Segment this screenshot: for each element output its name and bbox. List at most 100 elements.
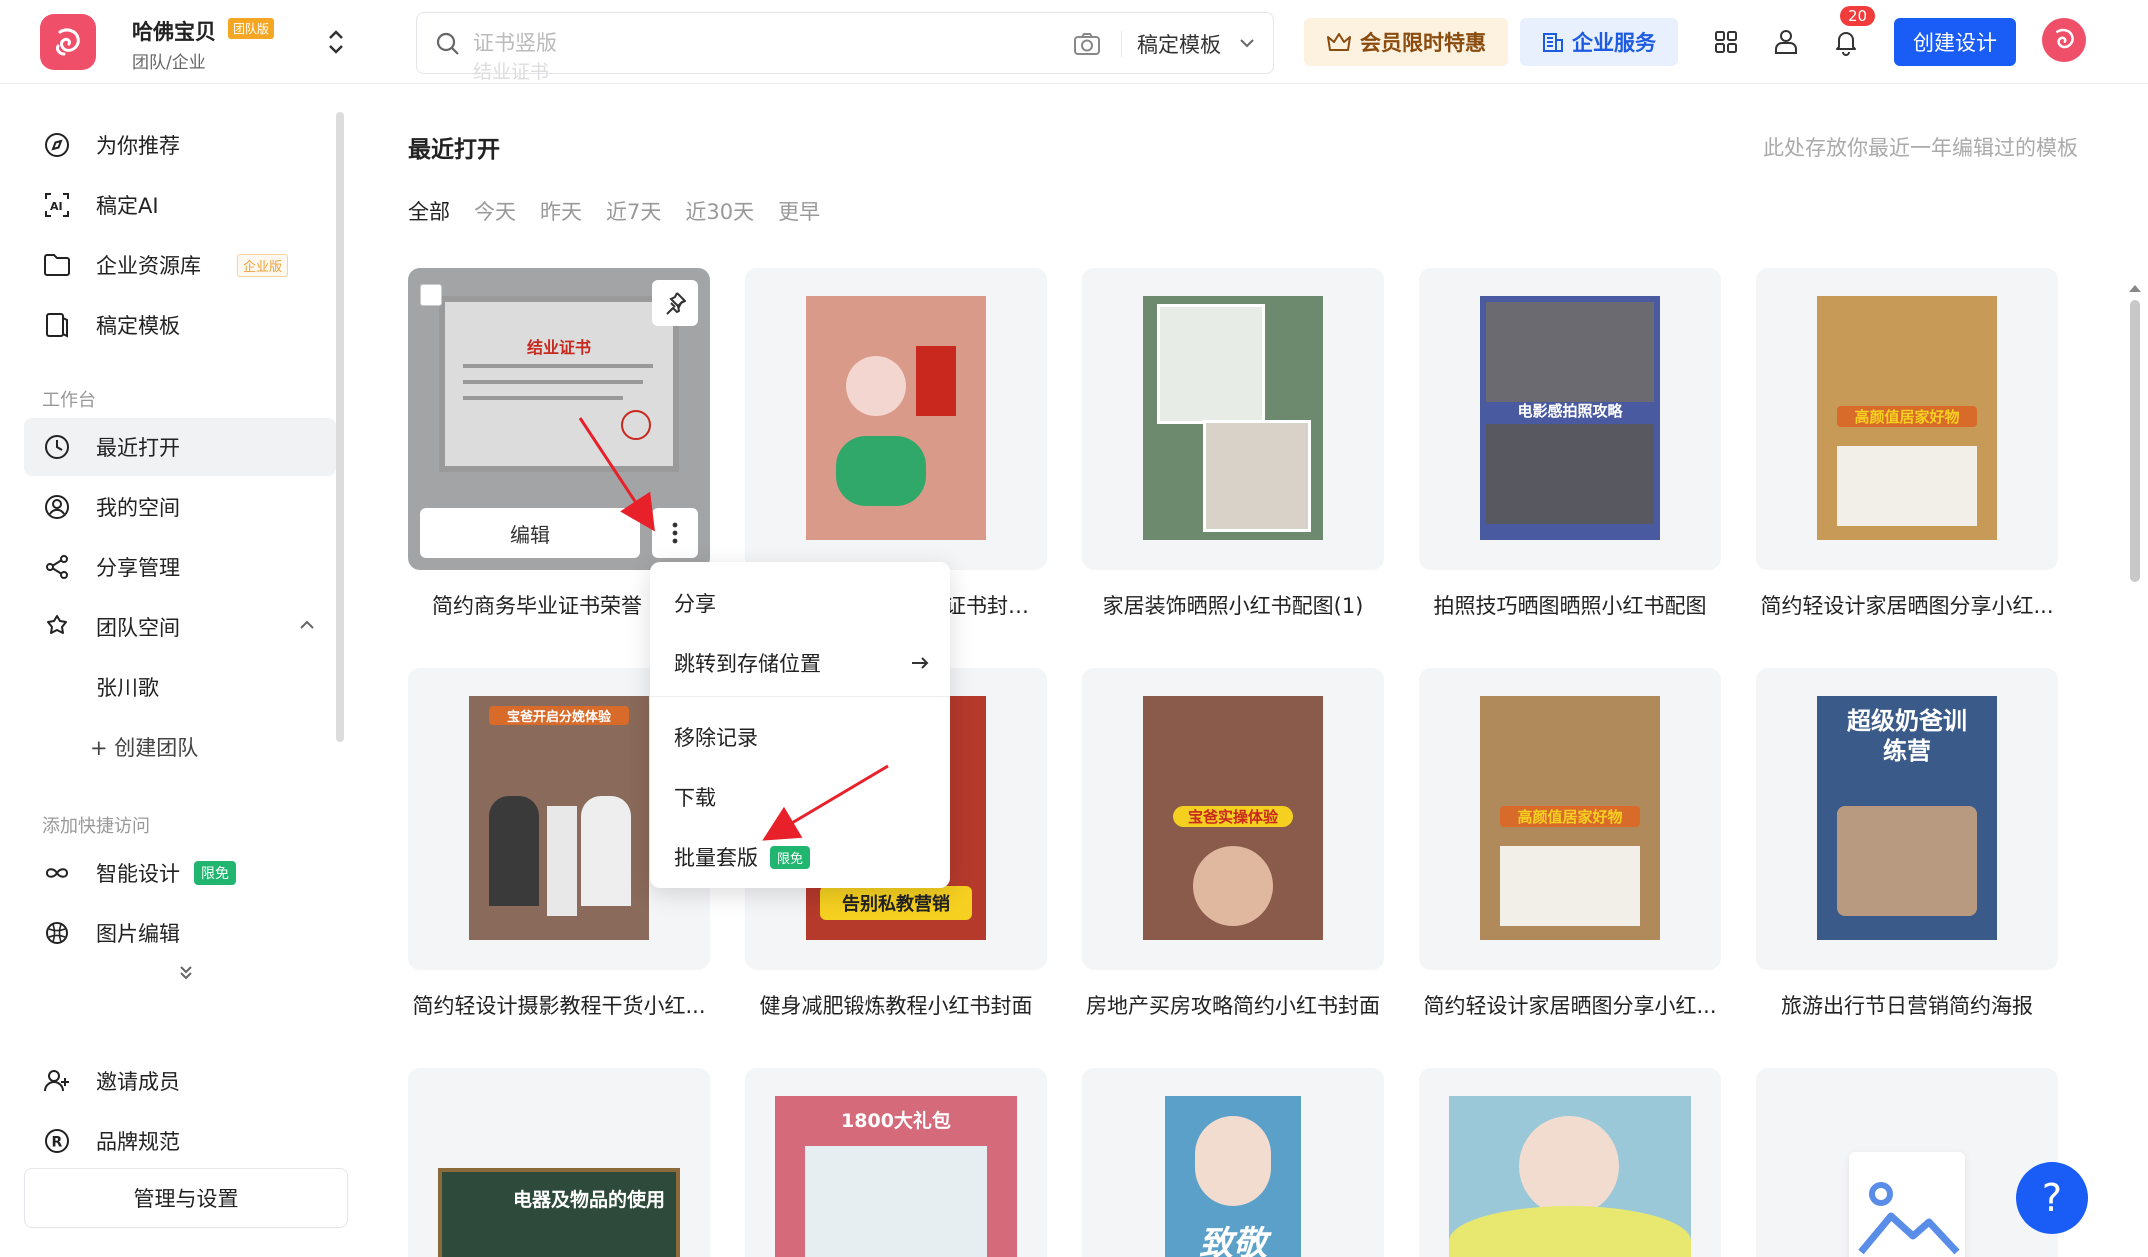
search-icon[interactable]	[435, 31, 461, 61]
thumb-text: 致敬	[1199, 1224, 1267, 1257]
template-card[interactable]: 电影感拍照攻略	[1419, 268, 1721, 570]
add-user-icon	[42, 1066, 72, 1096]
sidebar-item-label: 企业资源库	[96, 254, 201, 278]
scroll-up-icon[interactable]	[2128, 278, 2142, 297]
card-title[interactable]: 家居装饰晒照小红书配图(1)	[1078, 590, 1388, 620]
apps-grid-icon[interactable]	[1710, 26, 1742, 58]
share-icon	[42, 552, 72, 582]
card-title[interactable]: 简约轻设计摄影教程干货小红...	[404, 990, 714, 1020]
filter-tab-all[interactable]: 全部	[408, 196, 450, 226]
menu-item-batch-template[interactable]: 批量套版 限免	[674, 842, 811, 872]
thumb-text: 宝爸开启分娩体验	[489, 706, 629, 725]
enterprise-service-button[interactable]: 企业服务	[1520, 18, 1678, 66]
template-card[interactable]	[1082, 268, 1384, 570]
upload-user-icon[interactable]	[1770, 26, 1802, 58]
seal-icon	[621, 410, 651, 440]
thumb-shape	[1449, 1206, 1691, 1257]
card-title[interactable]: 简约轻设计家居晒图分享小红...	[1752, 590, 2062, 620]
filter-tab-today[interactable]: 今天	[474, 196, 516, 226]
search-hint: 结业证书	[473, 61, 550, 83]
edit-button[interactable]: 编辑	[420, 508, 640, 558]
org-switch-icon[interactable]	[324, 28, 348, 56]
infinity-icon	[42, 858, 72, 888]
template-card[interactable]: 结业证书 编辑	[408, 268, 710, 570]
thumb-text: 告别私教营销	[820, 886, 972, 920]
template-card[interactable]: 电器及物品的使用	[408, 1068, 710, 1257]
sidebar-item-label: 稿定AI	[96, 194, 159, 218]
create-design-button[interactable]: 创建设计	[1894, 18, 2016, 66]
card-title[interactable]: 房地产买房攻略简约小红书封面	[1078, 990, 1388, 1020]
avatar-logo-icon	[2056, 28, 2074, 49]
user-circle-icon	[42, 492, 72, 522]
photo-thumbnail: 致敬	[1165, 1096, 1301, 1257]
sidebar-item-my-space[interactable]: 我的空间	[24, 478, 336, 536]
create-team-link[interactable]: + 创建团队	[24, 718, 336, 776]
sidebar-item-label: 团队空间	[96, 616, 180, 640]
select-checkbox[interactable]	[420, 284, 442, 306]
sidebar-item-brand[interactable]: R 品牌规范	[24, 1112, 336, 1170]
template-card[interactable]: 超级奶爸训练营	[1756, 668, 2058, 970]
brand-logo[interactable]	[40, 14, 96, 70]
clock-icon	[42, 432, 72, 462]
bell-icon[interactable]	[1830, 26, 1862, 58]
sidebar-item-invite[interactable]: 邀请成员	[24, 1052, 336, 1110]
expand-more-icon[interactable]	[176, 962, 196, 986]
template-card[interactable]: 高颜值居家好物	[1756, 268, 2058, 570]
sidebar-item-recommend[interactable]: 为你推荐	[24, 116, 336, 174]
thumb-text: 电器及物品的使用	[512, 1189, 665, 1211]
sidebar-item-enterprise-library[interactable]: 企业资源库 企业版	[24, 236, 336, 294]
sidebar-item-share-manage[interactable]: 分享管理	[24, 538, 336, 596]
card-title[interactable]: 证书封面...	[945, 590, 1045, 620]
sidebar-item-image-edit[interactable]: 图片编辑	[24, 904, 336, 962]
thumb-text: 1800大礼包	[841, 1110, 951, 1132]
template-card[interactable]: 1800大礼包	[745, 1068, 1047, 1257]
search-scope-select[interactable]: 稿定模板	[1137, 29, 1221, 59]
template-card[interactable]	[745, 268, 1047, 570]
sidebar-item-team-space[interactable]: 团队空间	[24, 598, 336, 656]
pin-button[interactable]	[652, 280, 698, 326]
filter-tab-earlier[interactable]: 更早	[778, 196, 820, 226]
menu-item-share[interactable]: 分享	[674, 588, 716, 618]
template-card[interactable]: 高颜值居家好物	[1419, 668, 1721, 970]
filter-tab-30days[interactable]: 近30天	[685, 196, 754, 226]
sidebar-item-recent[interactable]: 最近打开	[24, 418, 336, 476]
thumb-text: 宝爸实操体验	[1173, 806, 1293, 827]
logo-icon	[56, 28, 80, 56]
filter-tab-yesterday[interactable]: 昨天	[540, 196, 582, 226]
template-card[interactable]	[1756, 1068, 2058, 1257]
chevron-up-icon[interactable]	[298, 615, 316, 639]
filter-tab-7days[interactable]: 近7天	[606, 196, 661, 226]
camera-icon[interactable]	[1073, 31, 1101, 61]
card-title[interactable]: 健身减肥锻炼教程小红书封面	[741, 990, 1051, 1020]
vip-offer-button[interactable]: 会员限时特惠	[1304, 18, 1508, 66]
sidebar-item-label: 图片编辑	[96, 922, 180, 946]
more-options-button[interactable]	[652, 508, 698, 558]
org-name[interactable]: 哈佛宝贝	[132, 16, 216, 46]
menu-item-goto-storage[interactable]: 跳转到存储位置	[674, 648, 930, 678]
chevron-down-icon[interactable]	[1237, 33, 1257, 57]
sidebar: 为你推荐 AI 稿定AI 企业资源库 企业版 稿定模板 工作台 最近打开 我的空…	[0, 84, 360, 1257]
template-card[interactable]: 致敬	[1082, 1068, 1384, 1257]
photo-thumbnail: 高颜值居家好物	[1480, 696, 1660, 940]
card-title[interactable]: 拍照技巧晒图晒照小红书配图	[1415, 590, 1725, 620]
card-title[interactable]: 简约轻设计家居晒图分享小红...	[1415, 990, 1725, 1020]
sidebar-item-smart-design[interactable]: 智能设计 限免	[24, 844, 336, 902]
thumb-line	[463, 380, 643, 384]
help-button[interactable]: ?	[2016, 1162, 2088, 1234]
template-card[interactable]: 宝爸实操体验	[1082, 668, 1384, 970]
manage-settings-button[interactable]: 管理与设置	[24, 1168, 348, 1228]
card-title[interactable]: 简约商务毕业证书荣誉	[408, 590, 658, 620]
menu-item-download[interactable]: 下载	[674, 782, 716, 812]
notification-badge: 20	[1840, 6, 1876, 26]
template-card[interactable]	[1419, 1068, 1721, 1257]
main-scrollbar[interactable]	[2130, 300, 2140, 582]
sidebar-item-ai[interactable]: AI 稿定AI	[24, 176, 336, 234]
sidebar-item-team-member[interactable]: 张川歌	[24, 658, 336, 716]
menu-item-remove-record[interactable]: 移除记录	[674, 722, 758, 752]
sidebar-item-templates[interactable]: 稿定模板	[24, 296, 336, 354]
free-tag: 限免	[770, 845, 811, 869]
thumb-furniture	[1837, 446, 1977, 526]
avatar[interactable]	[2042, 18, 2086, 62]
sidebar-scrollbar[interactable]	[336, 112, 344, 742]
card-title[interactable]: 旅游出行节日营销简约海报	[1752, 990, 2062, 1020]
